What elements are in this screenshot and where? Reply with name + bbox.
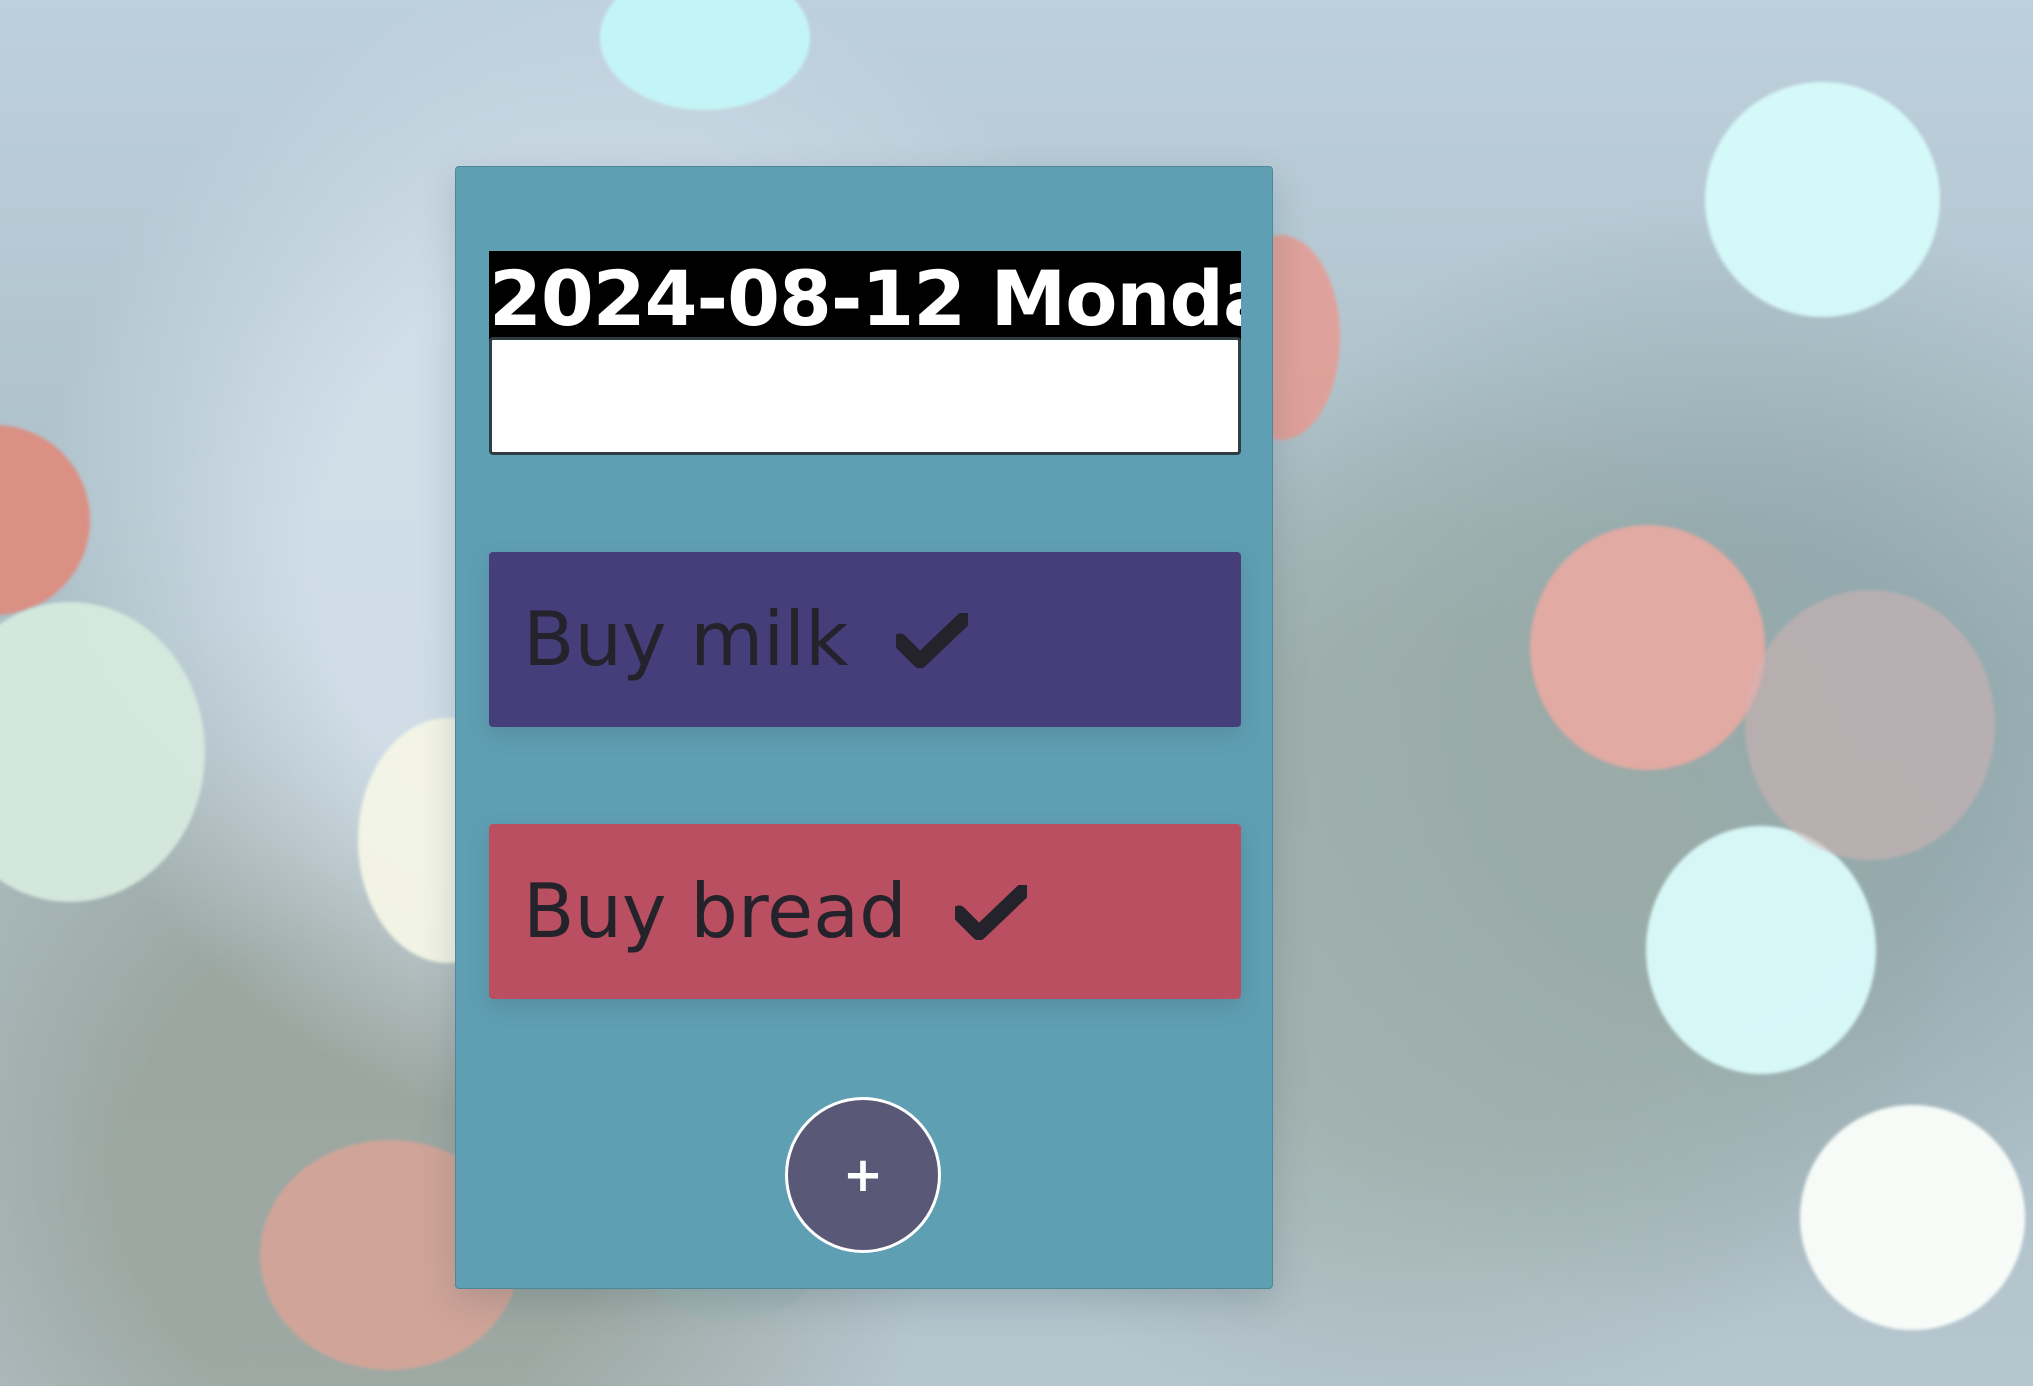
bokeh-circle bbox=[1705, 82, 1940, 317]
bokeh-circle bbox=[1745, 590, 1995, 860]
task-item-buy-bread[interactable]: Buy bread bbox=[489, 824, 1241, 999]
add-task-button[interactable]: + bbox=[785, 1097, 941, 1253]
plus-icon: + bbox=[842, 1147, 884, 1203]
task-label: Buy milk bbox=[523, 595, 849, 683]
check-icon bbox=[896, 552, 969, 727]
bokeh-circle bbox=[1800, 1105, 2025, 1330]
check-icon bbox=[954, 824, 1027, 999]
bokeh-circle bbox=[0, 425, 90, 615]
bokeh-circle bbox=[1646, 826, 1876, 1074]
bokeh-circle bbox=[0, 602, 205, 902]
bokeh-circle bbox=[600, 0, 810, 110]
task-item-buy-milk[interactable]: Buy milk bbox=[489, 552, 1241, 727]
task-input[interactable] bbox=[489, 337, 1241, 455]
date-title: 2024-08-12 Monday bbox=[489, 250, 1241, 346]
todo-panel: 2024-08-12 Monday Buy milk Buy bread + bbox=[455, 166, 1273, 1289]
task-label: Buy bread bbox=[523, 867, 907, 955]
bokeh-circle bbox=[1530, 525, 1765, 770]
